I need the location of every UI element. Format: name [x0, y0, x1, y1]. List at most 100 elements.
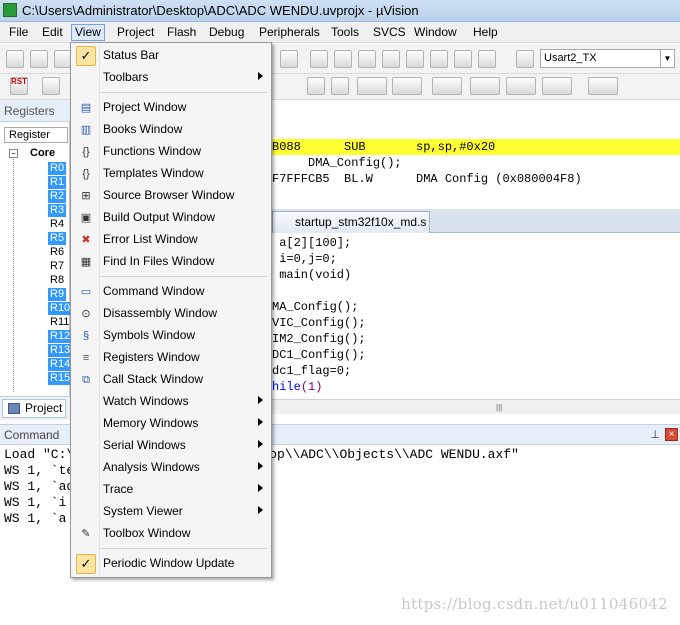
menu-item-watch-windows[interactable]: Watch Windows [73, 391, 269, 413]
register-item-r3[interactable]: R3 [48, 204, 67, 217]
menu-item-command-window[interactable]: ▭ Command Window [73, 281, 269, 303]
menu-tools[interactable]: Tools [328, 24, 362, 41]
menu-edit[interactable]: Edit [39, 24, 66, 41]
menu-item-project-window[interactable]: ▤ Project Window [73, 97, 269, 119]
menu-item-serial-windows[interactable]: Serial Windows [73, 435, 269, 457]
comment-icon[interactable] [454, 50, 472, 68]
chevron-down-icon[interactable]: ▼ [660, 50, 674, 67]
code-editor[interactable]: a[2][100]; i=0,j=0; main(void) MA_Config… [272, 234, 680, 399]
find-icon[interactable] [516, 50, 534, 68]
menu-svcs[interactable]: SVCS [370, 24, 409, 41]
menu-item-memory-windows[interactable]: Memory Windows [73, 413, 269, 435]
menu-debug[interactable]: Debug [206, 24, 247, 41]
disassembly-line[interactable]: DMA_Config(); [272, 155, 680, 171]
reset-icon[interactable]: RST [10, 77, 28, 95]
error-list-icon: ✖ [81, 234, 91, 246]
register-item-r15[interactable]: R15 [48, 372, 73, 385]
submenu-arrow-icon [258, 396, 263, 404]
menu-item-books-window[interactable]: ▥ Books Window [73, 119, 269, 141]
disassembly-line[interactable]: F7FFFCB5 BL.W DMA Config (0x080004F8) [272, 171, 680, 187]
register-item-r13[interactable]: R13 [48, 344, 73, 357]
menu-item-find-in-files-window[interactable]: ▦ Find In Files Window [73, 251, 269, 273]
bookmark-icon[interactable] [310, 50, 328, 68]
register-item-r2[interactable]: R2 [48, 190, 67, 203]
menu-item-trace[interactable]: Trace [73, 479, 269, 501]
register-item-r8[interactable]: R8 [48, 274, 66, 287]
symbols-toggle-icon[interactable] [357, 77, 387, 95]
memory-toggle-icon[interactable] [506, 77, 536, 95]
registers-toggle-icon[interactable] [392, 77, 422, 95]
menu-item-label: Periodic Window Update [103, 556, 235, 570]
open-file-icon[interactable] [30, 50, 48, 68]
close-icon[interactable]: × [665, 428, 678, 441]
menu-item-symbols-window[interactable]: § Symbols Window [73, 325, 269, 347]
menu-item-disassembly-window[interactable]: ⊙ Disassembly Window [73, 303, 269, 325]
menu-item-periodic-window-update[interactable]: ✓ Periodic Window Update [73, 553, 269, 575]
indent-icon[interactable] [406, 50, 424, 68]
register-item-r7[interactable]: R7 [48, 260, 66, 273]
menu-item-build-output-window[interactable]: ▣ Build Output Window [73, 207, 269, 229]
toolbox-toggle-icon[interactable] [588, 77, 618, 95]
disassembly-toggle-icon[interactable] [331, 77, 349, 95]
menu-item-error-list-window[interactable]: ✖ Error List Window [73, 229, 269, 251]
target-select[interactable]: Usart2_TX ▼ [540, 49, 675, 68]
menu-peripherals[interactable]: Peripherals [256, 24, 323, 41]
pin-icon[interactable]: ⊥ [650, 425, 660, 445]
disassembly-line-current[interactable]: B088 SUB sp,sp,#0x20 [272, 139, 680, 155]
register-item-r1[interactable]: R1 [48, 176, 67, 189]
menu-item-label: Disassembly Window [103, 306, 218, 320]
registers-header: Registers [0, 100, 70, 122]
core-group-label[interactable]: Core [30, 147, 55, 159]
register-column-header[interactable]: Register [4, 127, 68, 143]
view-menu-dropdown: ✓ Status Bar Toolbars ▤ Project Window ▥ Books… [70, 42, 272, 578]
source-browser-icon: ⊞ [81, 190, 91, 202]
command-line: WS 1, `i [4, 495, 67, 510]
scrollbar-grip-icon[interactable]: ||| [496, 403, 502, 412]
next-bookmark-icon[interactable] [358, 50, 376, 68]
menu-file[interactable]: File [6, 24, 31, 41]
menu-help[interactable]: Help [470, 24, 501, 41]
register-item-r12[interactable]: R12 [48, 330, 73, 343]
menu-item-toolbox-window[interactable]: ✎ Toolbox Window [73, 523, 269, 545]
editor-tab-startup-file[interactable]: startup_stm32f10x_md.s [272, 211, 430, 233]
menu-item-label: Trace [103, 482, 134, 496]
register-item-r9[interactable]: R9 [48, 288, 67, 301]
menu-window[interactable]: Window [411, 24, 460, 41]
uncomment-icon[interactable] [478, 50, 496, 68]
redo-icon[interactable] [280, 50, 298, 68]
command-window-toggle-icon[interactable] [307, 77, 325, 95]
watch-toggle-icon[interactable] [470, 77, 500, 95]
menu-project[interactable]: Project [114, 24, 157, 41]
command-line: WS 1, `te [4, 463, 75, 478]
register-item-r5[interactable]: R5 [48, 232, 67, 245]
menu-item-call-stack-window[interactable]: ⧉ Call Stack Window [73, 369, 269, 391]
collapse-icon[interactable]: − [9, 149, 18, 158]
register-item-r6[interactable]: R6 [48, 246, 66, 259]
menu-item-system-viewer[interactable]: System Viewer [73, 501, 269, 523]
menu-item-source-browser-window[interactable]: ⊞ Source Browser Window [73, 185, 269, 207]
clear-bookmarks-icon[interactable] [382, 50, 400, 68]
menu-item-analysis-windows[interactable]: Analysis Windows [73, 457, 269, 479]
menu-item-registers-window[interactable]: ≡ Registers Window [73, 347, 269, 369]
editor-horizontal-scrollbar[interactable]: ||| [272, 399, 680, 414]
run-icon[interactable] [42, 77, 60, 95]
unindent-icon[interactable] [430, 50, 448, 68]
serial-toggle-icon[interactable] [542, 77, 572, 95]
menu-item-templates-window[interactable]: {} Templates Window [73, 163, 269, 185]
register-item-r11[interactable]: R11 [48, 316, 71, 329]
register-item-r4[interactable]: R4 [48, 218, 66, 231]
command-window-icon: ▭ [80, 286, 92, 298]
menu-item-functions-window[interactable]: {} Functions Window [73, 141, 269, 163]
register-item-r10[interactable]: R10 [48, 302, 73, 315]
register-item-r14[interactable]: R14 [48, 358, 73, 371]
call-stack-toggle-icon[interactable] [432, 77, 462, 95]
menu-item-toolbars[interactable]: Toolbars [73, 67, 269, 89]
project-tab[interactable]: Project [2, 399, 66, 418]
menu-view[interactable]: View [71, 24, 105, 41]
checkmark-icon: ✓ [76, 554, 96, 574]
register-item-r0[interactable]: R0 [48, 162, 67, 175]
menu-flash[interactable]: Flash [164, 24, 199, 41]
prev-bookmark-icon[interactable] [334, 50, 352, 68]
new-file-icon[interactable] [6, 50, 24, 68]
menu-item-status-bar[interactable]: ✓ Status Bar [73, 45, 269, 67]
